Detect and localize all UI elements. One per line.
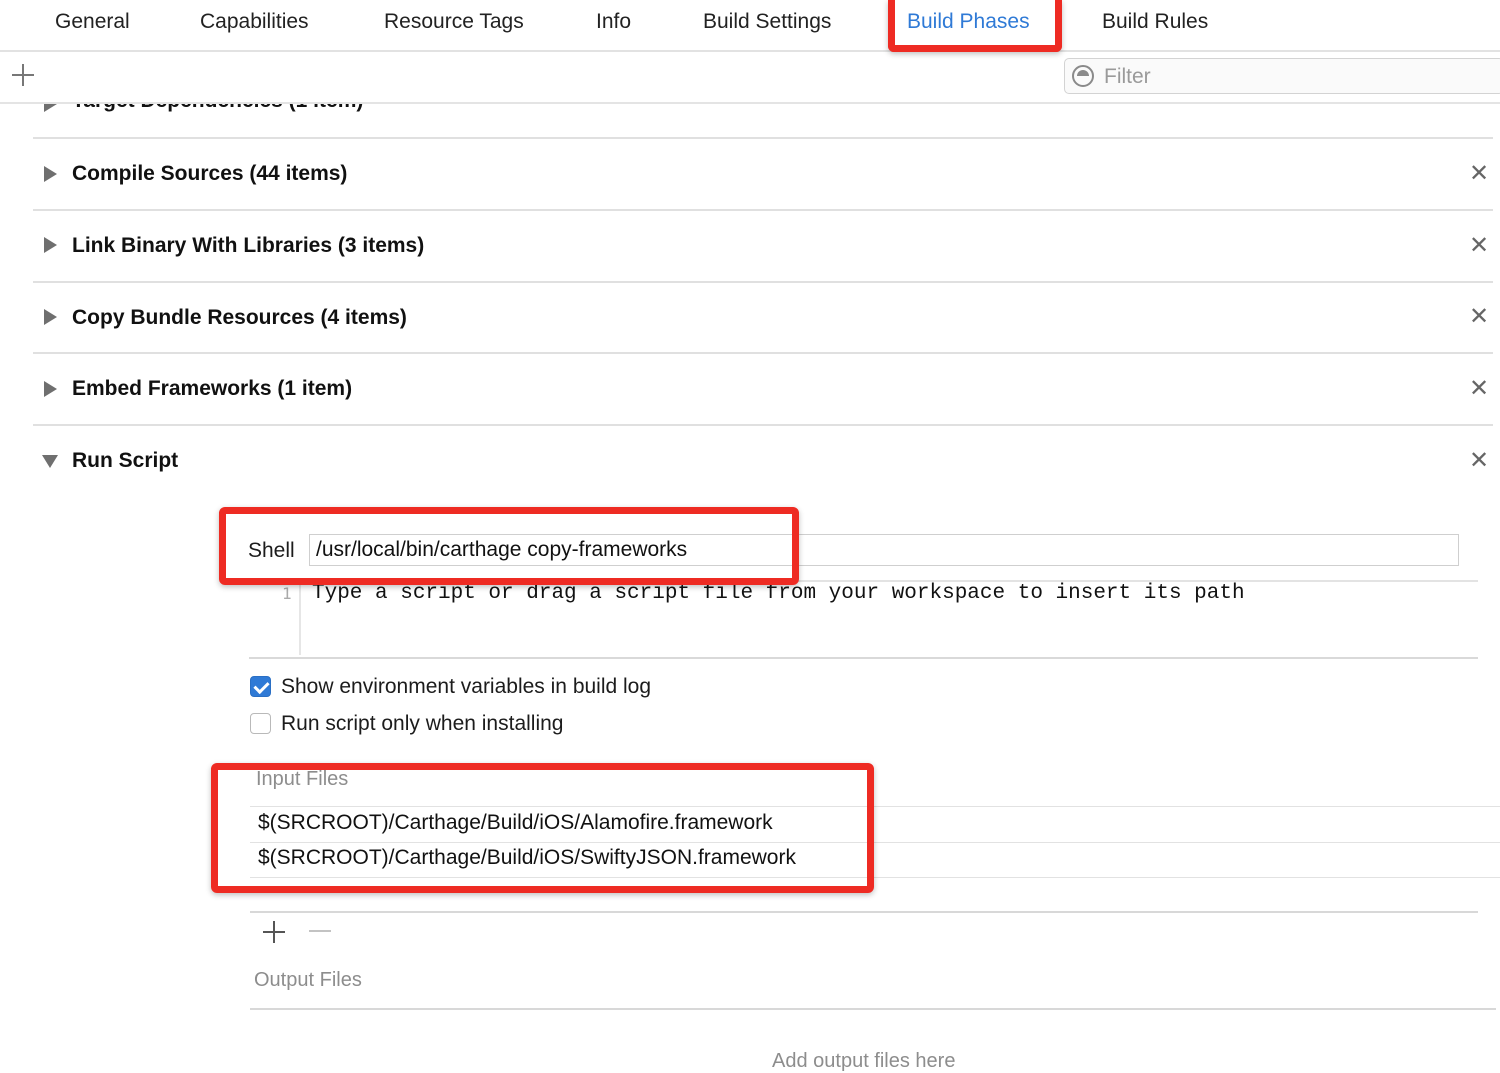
disclosure-triangle-icon[interactable]	[44, 104, 57, 112]
phase-title-link-binary[interactable]: Link Binary With Libraries (3 items)	[72, 234, 424, 258]
minus-icon[interactable]	[309, 930, 331, 932]
close-icon[interactable]: ✕	[1468, 377, 1490, 401]
line-gutter	[249, 582, 301, 655]
shell-input[interactable]: /usr/local/bin/carthage copy-frameworks	[309, 534, 1459, 566]
phase-title-compile-sources[interactable]: Compile Sources (44 items)	[72, 162, 347, 186]
phase-title[interactable]: Target Dependencies (1 item)	[72, 104, 363, 113]
tab-build-rules[interactable]: Build Rules	[1102, 10, 1208, 34]
script-placeholder[interactable]: Type a script or drag a script file from…	[312, 582, 1245, 605]
input-files-label: Input Files	[256, 768, 349, 790]
tab-info[interactable]: Info	[596, 10, 631, 34]
filter-input[interactable]	[1100, 62, 1488, 92]
show-env-vars-label[interactable]: Show environment variables in build log	[281, 675, 651, 699]
close-icon[interactable]: ✕	[1468, 234, 1490, 258]
divider	[250, 806, 1500, 807]
disclosure-triangle-icon[interactable]	[44, 166, 57, 182]
close-icon[interactable]: ✕	[1468, 162, 1490, 186]
input-file-row[interactable]: $(SRCROOT)/Carthage/Build/iOS/SwiftyJSON…	[258, 846, 796, 870]
divider	[250, 911, 1478, 913]
run-only-installing-label[interactable]: Run script only when installing	[281, 712, 563, 736]
filter-icon	[1072, 65, 1094, 87]
divider	[33, 281, 1493, 283]
disclosure-triangle-icon[interactable]	[44, 237, 57, 253]
tab-build-phases[interactable]: Build Phases	[907, 10, 1030, 34]
phase-title-embed-frameworks[interactable]: Embed Frameworks (1 item)	[72, 377, 352, 401]
tab-capabilities[interactable]: Capabilities	[200, 10, 309, 34]
input-file-row[interactable]: $(SRCROOT)/Carthage/Build/iOS/Alamofire.…	[258, 811, 773, 835]
tab-build-settings[interactable]: Build Settings	[703, 10, 831, 34]
phase-title-copy-bundle-resources[interactable]: Copy Bundle Resources (4 items)	[72, 306, 407, 330]
show-env-vars-checkbox[interactable]	[250, 676, 271, 697]
shell-label: Shell	[248, 539, 295, 562]
divider	[33, 137, 1493, 139]
divider	[250, 842, 1500, 843]
tab-general[interactable]: General	[55, 10, 130, 34]
phase-target-dependencies: Target Dependencies (1 item)	[0, 104, 1500, 124]
divider	[33, 424, 1493, 426]
run-only-installing-checkbox[interactable]	[250, 713, 271, 734]
output-files-label: Output Files	[254, 969, 362, 991]
divider	[33, 352, 1493, 354]
close-icon[interactable]: ✕	[1468, 449, 1490, 473]
plus-icon[interactable]	[12, 64, 34, 86]
divider	[250, 877, 1500, 878]
divider	[33, 209, 1493, 211]
close-icon[interactable]: ✕	[1468, 305, 1490, 329]
output-files-placeholder: Add output files here	[772, 1050, 956, 1072]
tab-resource-tags[interactable]: Resource Tags	[384, 10, 524, 34]
disclosure-triangle-icon[interactable]	[42, 455, 58, 468]
line-number: 1	[282, 584, 292, 603]
disclosure-triangle-icon[interactable]	[44, 381, 57, 397]
phase-title-run-script[interactable]: Run Script	[72, 449, 178, 473]
disclosure-triangle-icon[interactable]	[44, 309, 57, 325]
divider	[250, 1008, 1496, 1010]
plus-icon[interactable]	[263, 921, 285, 943]
